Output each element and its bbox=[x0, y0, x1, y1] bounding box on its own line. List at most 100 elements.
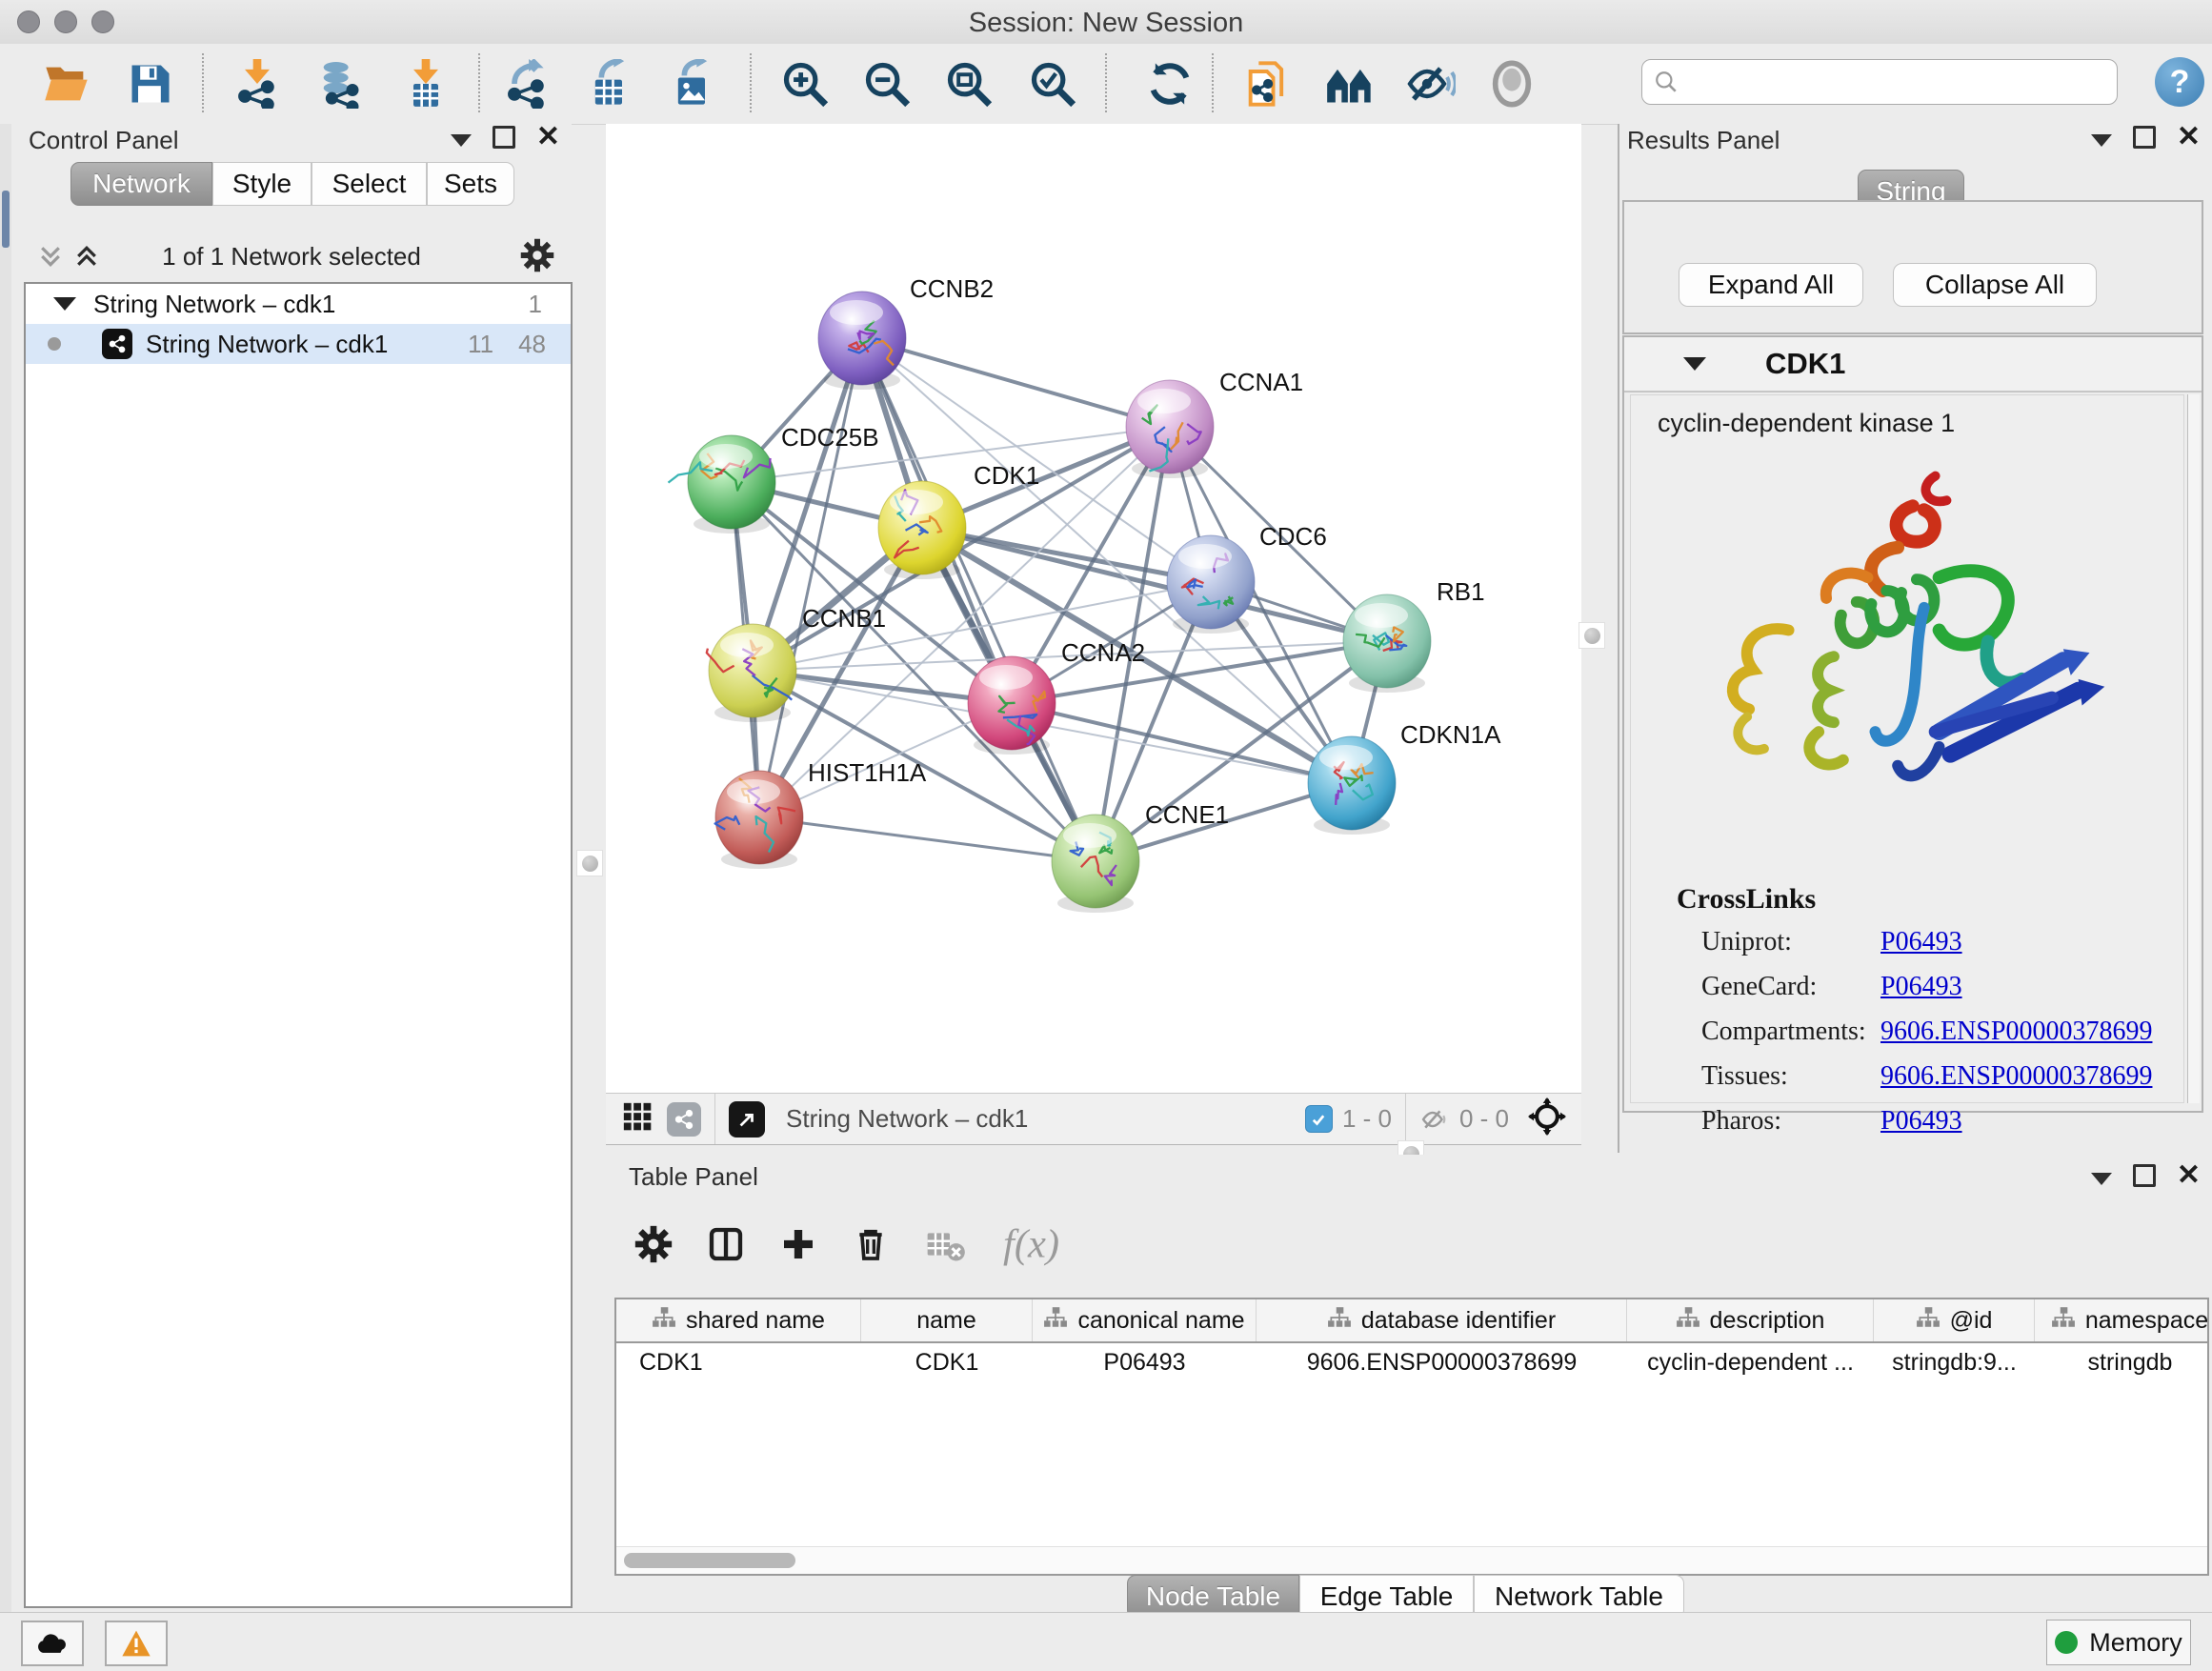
column-header-shared-name[interactable]: shared name bbox=[616, 1299, 861, 1341]
node-label-CDKN1A: CDKN1A bbox=[1400, 720, 1501, 749]
table-cell: cyclin-dependent ... bbox=[1627, 1343, 1874, 1381]
toolbar-separator bbox=[714, 1094, 715, 1144]
crosslink-link[interactable]: P06493 bbox=[1880, 972, 1962, 1002]
export-network-icon[interactable] bbox=[500, 57, 553, 111]
open-session-icon[interactable] bbox=[40, 57, 93, 111]
scrollbar-thumb[interactable] bbox=[624, 1553, 795, 1568]
table-options-gear-icon[interactable] bbox=[634, 1225, 673, 1263]
crosslink-link[interactable]: 9606.ENSP00000378699 bbox=[1880, 1061, 2152, 1092]
zoom-in-icon[interactable] bbox=[778, 57, 832, 111]
tab-style[interactable]: Style bbox=[212, 162, 312, 206]
vertical-splitter-handle[interactable] bbox=[1579, 622, 1605, 649]
column-type-icon bbox=[1043, 1306, 1068, 1336]
node-table[interactable]: shared namenamecanonical namedatabase id… bbox=[614, 1298, 2209, 1576]
pan-crosshair-icon[interactable] bbox=[1528, 1097, 1566, 1140]
network-node-CDC6[interactable]: CDC6 bbox=[1167, 522, 1327, 634]
column-header-namespace[interactable]: namespace bbox=[2035, 1299, 2209, 1341]
close-panel-icon[interactable]: ✕ bbox=[536, 128, 560, 147]
crosslink-link[interactable]: 9606.ENSP00000378699 bbox=[1880, 1017, 2152, 1047]
save-session-icon[interactable] bbox=[124, 57, 177, 111]
network-graph[interactable]: CCNB2CCNA1CDC25BCDK1CDC6RB1CCNB1CCNA2CDK… bbox=[606, 124, 1581, 1093]
gene-entry-header[interactable]: CDK1 bbox=[1624, 337, 2202, 393]
show-grid-icon[interactable] bbox=[621, 1100, 654, 1137]
column-header-canonical-name[interactable]: canonical name bbox=[1033, 1299, 1257, 1341]
minimize-panel-icon[interactable] bbox=[451, 134, 472, 147]
network-view-toolbar: String Network – cdk1 1 - 0 0 - 0 bbox=[606, 1093, 1581, 1145]
node-label-HIST1H1A: HIST1H1A bbox=[808, 758, 927, 787]
crosslink-link[interactable]: P06493 bbox=[1880, 1106, 1962, 1137]
minimize-panel-icon[interactable] bbox=[2091, 134, 2112, 147]
search-field[interactable] bbox=[1641, 59, 2118, 105]
tab-sets[interactable]: Sets bbox=[427, 162, 514, 206]
float-panel-icon[interactable] bbox=[493, 126, 515, 149]
entry-expander-icon[interactable] bbox=[1683, 357, 1706, 371]
expand-all-button[interactable]: Expand All bbox=[1679, 263, 1863, 307]
collection-expander-icon[interactable] bbox=[53, 297, 76, 311]
warnings-button[interactable] bbox=[105, 1621, 168, 1666]
table-cell: P06493 bbox=[1033, 1343, 1257, 1381]
network-node-CDK1[interactable]: CDK1 bbox=[878, 461, 1039, 579]
column-header-database-identifier[interactable]: database identifier bbox=[1257, 1299, 1627, 1341]
network-options-gear-icon[interactable] bbox=[520, 238, 554, 272]
search-input[interactable] bbox=[1686, 67, 2105, 98]
create-column-icon[interactable] bbox=[779, 1225, 817, 1263]
minimize-panel-icon[interactable] bbox=[2091, 1173, 2112, 1185]
results-actions-box: Expand All Collapse All bbox=[1622, 200, 2203, 334]
column-header-description[interactable]: description bbox=[1627, 1299, 1874, 1341]
crosslinks-list: Uniprot: P06493GeneCard: P06493Compartme… bbox=[1631, 927, 2183, 1151]
zoom-out-icon[interactable] bbox=[860, 57, 914, 111]
import-table-icon[interactable] bbox=[399, 57, 452, 111]
crosslink-row: Compartments: 9606.ENSP00000378699 bbox=[1631, 1017, 2183, 1061]
detach-view-icon[interactable] bbox=[729, 1101, 765, 1137]
close-panel-icon[interactable]: ✕ bbox=[2177, 1166, 2201, 1185]
network-node-CDKN1A[interactable]: CDKN1A bbox=[1308, 720, 1501, 835]
network-node-CCNB2[interactable]: CCNB2 bbox=[818, 274, 994, 390]
network-node-RB1[interactable]: RB1 bbox=[1343, 577, 1485, 693]
export-table-icon[interactable] bbox=[583, 57, 636, 111]
help-icon[interactable]: ? bbox=[2155, 57, 2204, 107]
import-network-file-icon[interactable] bbox=[231, 57, 284, 111]
memory-button[interactable]: Memory bbox=[2046, 1620, 2191, 1665]
hide-graphics-details-icon[interactable] bbox=[1404, 57, 1458, 111]
control-panel-title: Control Panel bbox=[29, 126, 179, 155]
tab-network[interactable]: Network bbox=[70, 162, 212, 206]
network-node-HIST1H1A[interactable]: HIST1H1A bbox=[715, 758, 927, 869]
import-network-database-icon[interactable] bbox=[313, 57, 367, 111]
show-graphics-details-icon[interactable] bbox=[1485, 57, 1538, 111]
tab-select[interactable]: Select bbox=[312, 162, 427, 206]
zoom-fit-icon[interactable] bbox=[942, 57, 995, 111]
network-view-canvas[interactable]: CCNB2CCNA1CDC25BCDK1CDC6RB1CCNB1CCNA2CDK… bbox=[606, 124, 1581, 1093]
warning-icon bbox=[121, 1629, 151, 1658]
network-row-selected[interactable]: String Network – cdk1 11 48 bbox=[26, 324, 571, 364]
collapse-all-button[interactable]: Collapse All bbox=[1893, 263, 2097, 307]
hidden-eye-icon[interactable] bbox=[1419, 1107, 1450, 1132]
zoom-selected-icon[interactable] bbox=[1026, 57, 1079, 111]
show-columns-icon[interactable] bbox=[707, 1225, 745, 1263]
clone-network-icon[interactable] bbox=[1240, 57, 1294, 111]
float-panel-icon[interactable] bbox=[2133, 126, 2156, 149]
float-panel-icon[interactable] bbox=[2133, 1164, 2156, 1187]
cloud-button[interactable] bbox=[21, 1621, 84, 1666]
column-type-icon bbox=[1327, 1306, 1352, 1336]
delete-column-icon[interactable] bbox=[852, 1225, 890, 1263]
table-row[interactable]: CDK1CDK1P064939606.ENSP00000378699cyclin… bbox=[616, 1343, 2207, 1381]
refresh-icon[interactable] bbox=[1143, 57, 1196, 111]
network-name: String Network – cdk1 bbox=[146, 330, 388, 359]
network-collection-row[interactable]: String Network – cdk1 1 bbox=[26, 284, 571, 324]
vertical-splitter-handle[interactable] bbox=[576, 850, 603, 876]
close-panel-icon[interactable]: ✕ bbox=[2177, 128, 2201, 147]
table-horizontal-scrollbar[interactable] bbox=[616, 1546, 2207, 1574]
column-header--id[interactable]: @id bbox=[1874, 1299, 2035, 1341]
overview-icon[interactable] bbox=[1323, 57, 1377, 111]
network-node-CCNE1[interactable]: CCNE1 bbox=[1052, 800, 1229, 913]
svg-text:f(x): f(x) bbox=[1003, 1222, 1059, 1267]
main-toolbar: ? bbox=[0, 44, 2212, 125]
network-node-CCNA1[interactable]: CCNA1 bbox=[1126, 368, 1303, 478]
network-badge-icon[interactable] bbox=[667, 1102, 701, 1137]
node-label-CCNB2: CCNB2 bbox=[910, 274, 994, 303]
selected-checkbox-icon[interactable] bbox=[1305, 1105, 1333, 1133]
export-image-icon[interactable] bbox=[666, 57, 719, 111]
column-header-name[interactable]: name bbox=[861, 1299, 1033, 1341]
results-scrollbar[interactable] bbox=[2187, 394, 2200, 1103]
crosslink-link[interactable]: P06493 bbox=[1880, 927, 1962, 957]
